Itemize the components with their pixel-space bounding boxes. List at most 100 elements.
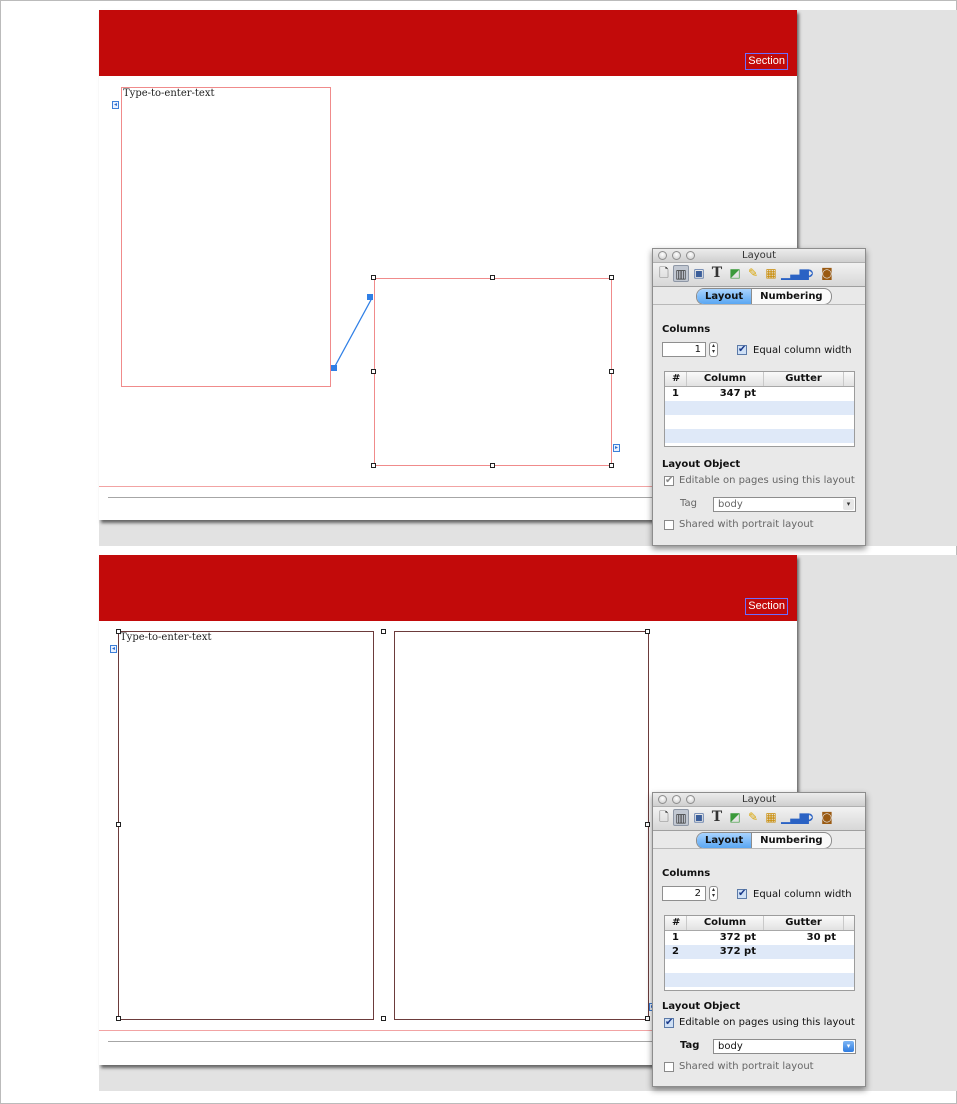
header-number[interactable]: # [665, 372, 687, 386]
shared-portrait-label: Shared with portrait layout [679, 1061, 814, 1072]
equal-width-checkbox[interactable]: ✔ [737, 889, 747, 899]
tab-numbering[interactable]: Numbering [751, 289, 831, 304]
inflow-port-icon[interactable]: ◂ [110, 645, 117, 653]
inspector-title: Layout [742, 794, 776, 805]
layout-icon[interactable]: ▥ [673, 809, 689, 826]
text-box-right[interactable] [374, 278, 612, 466]
tag-select[interactable]: body ▾ [713, 497, 856, 512]
row-gutter[interactable] [764, 387, 844, 401]
tab-layout[interactable]: Layout [697, 289, 752, 304]
column-count-stepper[interactable]: ▴ ▾ [709, 342, 718, 357]
resize-handle-ne[interactable] [645, 629, 650, 634]
column-count-field[interactable]: 2 [662, 886, 706, 901]
inspector-titlebar[interactable]: Layout [653, 793, 865, 807]
wrap-icon[interactable]: ▣ [691, 265, 707, 282]
text-icon[interactable]: T [709, 809, 725, 826]
document-icon[interactable]: 🗋 [656, 809, 672, 826]
shared-portrait-checkbox[interactable] [664, 520, 674, 530]
resize-handle-sw[interactable] [371, 463, 376, 468]
tag-select[interactable]: body ▾ [713, 1039, 856, 1054]
chart-icon[interactable]: ▁▃▆ [781, 265, 809, 282]
equal-width-label: Equal column width [753, 345, 852, 356]
row-gutter[interactable]: 30 pt [764, 931, 844, 945]
row-gutter[interactable] [764, 945, 844, 959]
editable-checkbox[interactable]: ✔ [664, 476, 674, 486]
resize-handle-se[interactable] [609, 463, 614, 468]
row-number: 2 [672, 946, 679, 957]
table-icon[interactable]: ▦ [763, 265, 779, 282]
row-number: 1 [672, 388, 679, 399]
header-column[interactable]: Column [687, 372, 764, 386]
column-box-1[interactable]: Type-to-enter-text [118, 631, 374, 1020]
columns-table-header: # Column Gutter [665, 916, 854, 931]
table-icon[interactable]: ▦ [763, 809, 779, 826]
equal-width-checkbox[interactable]: ✔ [737, 345, 747, 355]
row-number: 1 [672, 932, 679, 943]
tab-numbering[interactable]: Numbering [751, 833, 831, 848]
section-header-band: Section [99, 10, 797, 76]
shared-portrait-label: Shared with portrait layout [679, 519, 814, 530]
resize-handle-nw[interactable] [116, 629, 121, 634]
screenshot-one-column: Section Type-to-enter-text ◂ ▸ Layout 🗋 … [0, 0, 957, 546]
column-box-2[interactable] [394, 631, 649, 1020]
row-column-width[interactable]: 347 pt [687, 387, 764, 401]
metrics-icon[interactable]: ✎ [745, 809, 761, 826]
table-row[interactable]: 1 347 pt [665, 387, 854, 401]
resize-handle-e[interactable] [645, 822, 650, 827]
resize-handle-se[interactable] [645, 1016, 650, 1021]
graphic-icon[interactable]: ◩ [727, 265, 743, 282]
link-handle-in[interactable] [367, 294, 373, 300]
text-box-left[interactable]: Type-to-enter-text [121, 87, 331, 387]
section-label[interactable]: Section [745, 53, 788, 70]
outflow-port-icon[interactable]: ▸ [613, 444, 620, 452]
text-icon[interactable]: T [709, 265, 725, 282]
divider [653, 304, 865, 305]
resize-handle-s[interactable] [490, 463, 495, 468]
resize-handle-e[interactable] [609, 369, 614, 374]
header-gutter[interactable]: Gutter [764, 372, 844, 386]
resize-handle-sw[interactable] [116, 1016, 121, 1021]
shared-portrait-checkbox[interactable] [664, 1062, 674, 1072]
table-row[interactable]: 1 372 pt 30 pt [665, 931, 854, 945]
tag-select-value: body [718, 1041, 743, 1052]
link-icon[interactable]: ➲ [801, 265, 817, 282]
inspector-tab-switch: Layout Numbering [696, 288, 832, 305]
section-header-band: Section [99, 555, 797, 621]
resize-handle-ne[interactable] [609, 275, 614, 280]
media-icon[interactable]: ◙ [819, 265, 835, 282]
wrap-icon[interactable]: ▣ [691, 809, 707, 826]
section-label[interactable]: Section [745, 598, 788, 615]
inspector-toolbar: 🗋 ▥ ▣ T ◩ ✎ ▦ ▁▃▆ ➲ ◙ [653, 807, 865, 831]
inspector-titlebar[interactable]: Layout [653, 249, 865, 263]
column-count-field[interactable]: 1 [662, 342, 706, 357]
media-icon[interactable]: ◙ [819, 809, 835, 826]
inspector-toolbar: 🗋 ▥ ▣ T ◩ ✎ ▦ ▁▃▆ ➲ ◙ [653, 263, 865, 287]
link-icon[interactable]: ➲ [801, 809, 817, 826]
text-box-placeholder[interactable]: Type-to-enter-text [123, 88, 214, 99]
metrics-icon[interactable]: ✎ [745, 265, 761, 282]
row-column-width[interactable]: 372 pt [687, 931, 764, 945]
editable-checkbox[interactable]: ✔ [664, 1018, 674, 1028]
table-row-empty [665, 415, 854, 429]
document-icon[interactable]: 🗋 [656, 265, 672, 282]
header-column[interactable]: Column [687, 916, 764, 930]
inflow-port-icon[interactable]: ◂ [112, 101, 119, 109]
resize-handle-s[interactable] [381, 1016, 386, 1021]
resize-handle-n[interactable] [490, 275, 495, 280]
resize-handle-n[interactable] [381, 629, 386, 634]
resize-handle-w[interactable] [116, 822, 121, 827]
table-row-empty [665, 973, 854, 987]
row-column-width[interactable]: 372 pt [687, 945, 764, 959]
column-count-stepper[interactable]: ▴ ▾ [709, 886, 718, 901]
graphic-icon[interactable]: ◩ [727, 809, 743, 826]
table-row[interactable]: 2 372 pt [665, 945, 854, 959]
layout-icon[interactable]: ▥ [673, 265, 689, 282]
chart-icon[interactable]: ▁▃▆ [781, 809, 809, 826]
header-number[interactable]: # [665, 916, 687, 930]
resize-handle-nw[interactable] [371, 275, 376, 280]
text-box-placeholder[interactable]: Type-to-enter-text [120, 632, 211, 643]
table-row-empty [665, 429, 854, 443]
resize-handle-w[interactable] [371, 369, 376, 374]
header-gutter[interactable]: Gutter [764, 916, 844, 930]
tab-layout[interactable]: Layout [697, 833, 752, 848]
